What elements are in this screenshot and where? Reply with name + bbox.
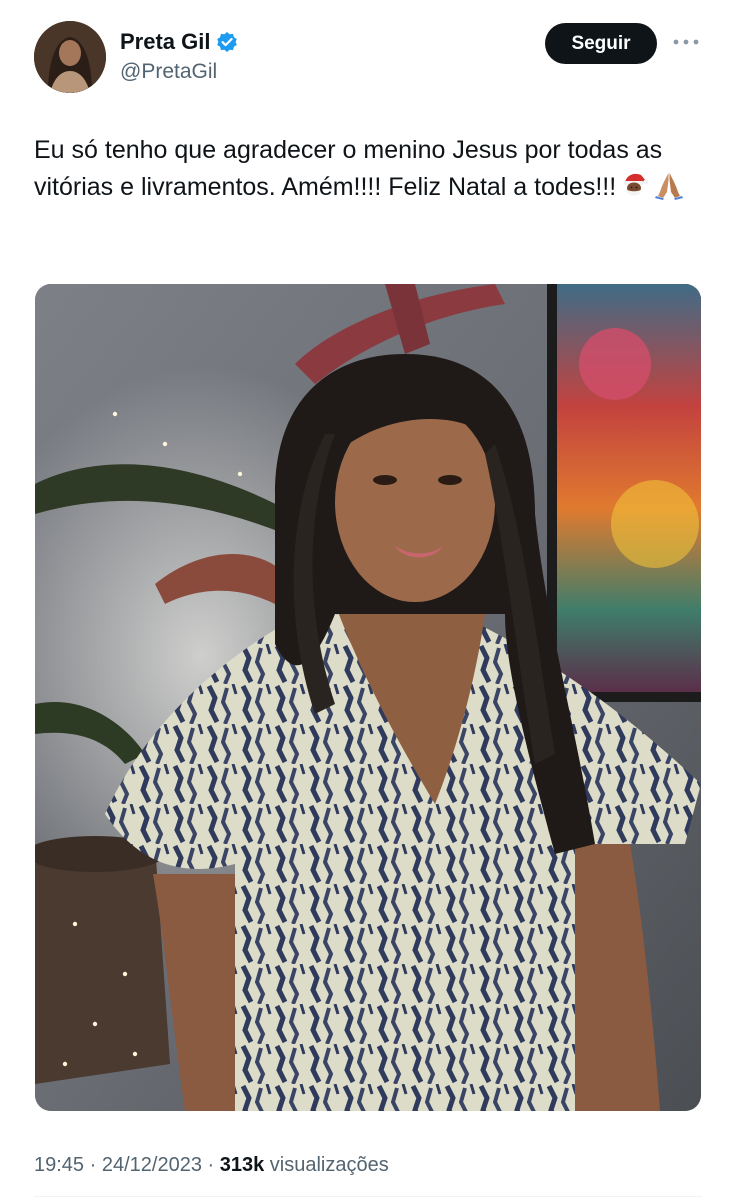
- more-dots-icon[interactable]: [672, 32, 700, 52]
- views-label: visualizações: [264, 1154, 389, 1176]
- photo-image: [35, 284, 701, 1111]
- meta-separator: ·: [84, 1154, 102, 1176]
- tweet-text: Eu só tenho que agradecer o menino Jesus…: [34, 132, 702, 206]
- tweet-meta: 19:45 · 24/12/2023 · 313k visualizações: [34, 1152, 389, 1178]
- tweet-photo[interactable]: [35, 284, 701, 1111]
- meta-separator: ·: [201, 1154, 220, 1176]
- tweet-body: Eu só tenho que agradecer o menino Jesus…: [34, 136, 663, 201]
- tweet-time[interactable]: 19:45: [34, 1154, 84, 1176]
- divider: [34, 1196, 702, 1197]
- santa-claus-icon: [620, 170, 650, 200]
- avatar-image: [34, 21, 106, 93]
- tweet-header: Preta Gil @PretaGil Seguir: [0, 0, 736, 100]
- tweet-date[interactable]: 24/12/2023: [102, 1154, 202, 1176]
- author-name-row[interactable]: Preta Gil: [120, 28, 238, 56]
- display-name[interactable]: Preta Gil: [120, 28, 210, 56]
- views-count[interactable]: 313k: [220, 1154, 265, 1176]
- author-handle[interactable]: @PretaGil: [120, 59, 217, 85]
- avatar[interactable]: [34, 21, 106, 93]
- verified-badge-icon: [216, 31, 238, 53]
- follow-button[interactable]: Seguir: [545, 23, 657, 64]
- folded-hands-icon: [654, 170, 684, 200]
